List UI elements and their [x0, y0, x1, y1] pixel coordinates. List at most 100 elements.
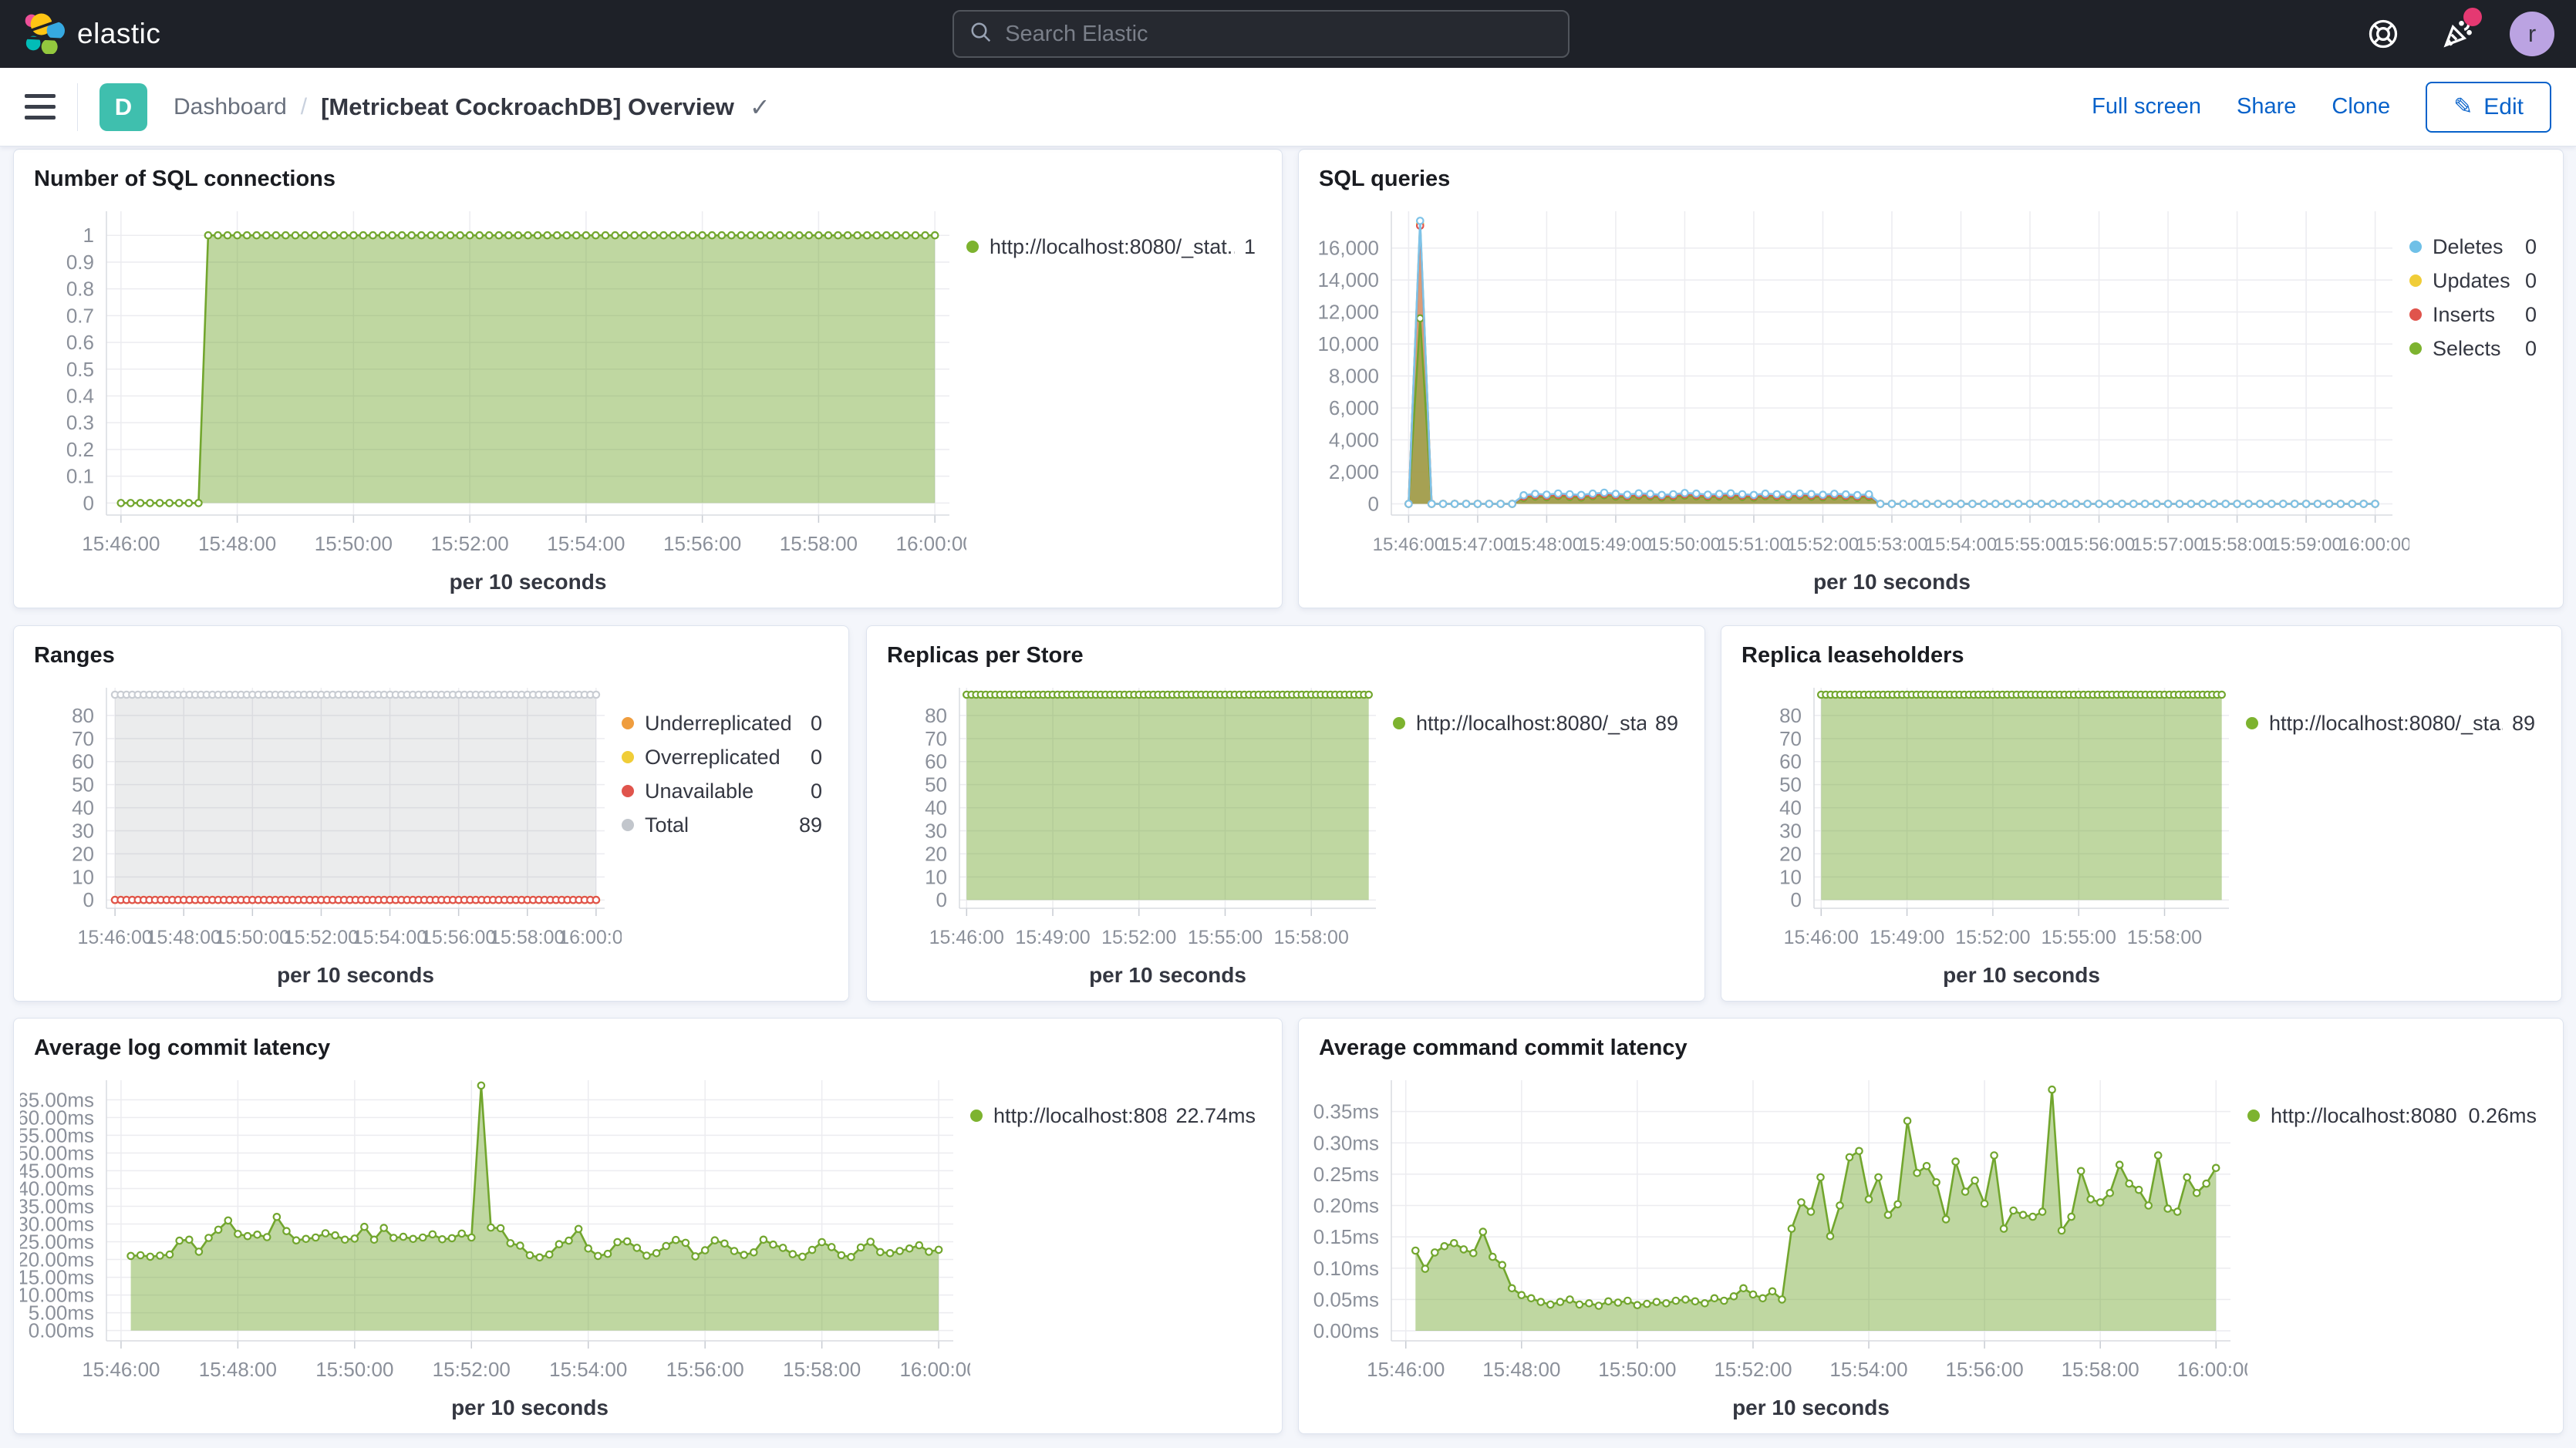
svg-text:50: 50: [1779, 773, 1802, 796]
share-button[interactable]: Share: [2237, 94, 2296, 120]
legend-series-dot-icon: [1393, 717, 1405, 729]
chart-replicas-per-store[interactable]: 0102030405060708015:46:0015:49:0015:52:0…: [873, 674, 1393, 996]
legend-item[interactable]: Selects 0: [2409, 335, 2537, 362]
legend-item[interactable]: Deletes0: [2409, 233, 2537, 261]
legend-item[interactable]: Unavailable0: [622, 777, 822, 805]
svg-text:8,000: 8,000: [1329, 365, 1379, 388]
panel-sql-queries: SQL queries 02,0004,0006,0008,00010,0001…: [1298, 149, 2564, 608]
svg-text:per 10 seconds: per 10 seconds: [1089, 963, 1246, 987]
svg-text:70: 70: [72, 727, 94, 750]
chart-canvas[interactable]: 0.00ms5.00ms10.00ms15.00ms20.00ms25.00ms…: [20, 1066, 970, 1429]
panel-title: Average log commit latency: [14, 1019, 1282, 1066]
legend-value: 0: [2525, 269, 2537, 293]
svg-text:per 10 seconds: per 10 seconds: [1943, 963, 2100, 987]
svg-text:0.15ms: 0.15ms: [1313, 1225, 1379, 1248]
chart-sql-queries[interactable]: 02,0004,0006,0008,00010,00012,00014,0001…: [1305, 197, 2409, 603]
legend-label: http://localhost:8080/_sta...: [1416, 712, 1646, 736]
breadcrumb-dashboard[interactable]: Dashboard: [174, 94, 287, 120]
legend-value: 1: [1244, 235, 1256, 259]
legend-value: 22.74ms: [1175, 1104, 1256, 1128]
svg-text:15:58:00: 15:58:00: [2127, 927, 2202, 948]
global-search-box[interactable]: [953, 10, 1570, 58]
legend-item[interactable]: Total89: [622, 811, 822, 839]
svg-text:40: 40: [1779, 796, 1802, 820]
legend-item[interactable]: Updates0: [2409, 267, 2537, 295]
legend-label: http://localhost:8080/_sta...: [2269, 712, 2503, 736]
svg-text:15:46:00: 15:46:00: [1784, 927, 1859, 948]
svg-text:15:58:00: 15:58:00: [783, 1358, 861, 1381]
legend-item[interactable]: http://localhost:8080/_stat...1: [966, 233, 1256, 261]
legend-item[interactable]: http://localhost:8080/_sta... 89: [2246, 709, 2535, 737]
svg-text:0.30ms: 0.30ms: [1313, 1131, 1379, 1154]
svg-text:0: 0: [83, 888, 94, 911]
legend-series-dot-icon: [2409, 308, 2422, 321]
elastic-brand[interactable]: elastic: [22, 11, 160, 58]
svg-text:15:59:00: 15:59:00: [2270, 534, 2342, 555]
svg-text:15:55:00: 15:55:00: [1188, 927, 1263, 948]
chart-canvas[interactable]: 00.10.20.30.40.50.60.70.80.9115:46:0015:…: [20, 197, 966, 603]
legend-item[interactable]: Inserts0: [2409, 301, 2537, 328]
help-icon[interactable]: [2362, 12, 2405, 56]
svg-text:15:48:00: 15:48:00: [198, 532, 276, 555]
svg-text:0.6: 0.6: [66, 331, 94, 354]
svg-text:15:46:00: 15:46:00: [1367, 1358, 1445, 1381]
search-input[interactable]: [1005, 22, 1553, 47]
svg-text:per 10 seconds: per 10 seconds: [277, 963, 434, 987]
legend-label: Total: [645, 813, 790, 837]
chart-number-of-sql-connections[interactable]: 00.10.20.30.40.50.60.70.80.9115:46:0015:…: [20, 197, 966, 603]
svg-text:per 10 seconds: per 10 seconds: [1732, 1396, 1890, 1419]
legend-item[interactable]: http://localhost:808...22.74ms: [970, 1102, 1256, 1130]
legend-value: 89: [2512, 712, 2535, 736]
svg-text:15:56:00: 15:56:00: [1945, 1358, 2023, 1381]
legend-label: Selects: [2433, 337, 2516, 361]
menu-icon[interactable]: [25, 94, 56, 120]
legend-value: 89: [1655, 712, 1678, 736]
chart-canvas[interactable]: 0.00ms0.05ms0.10ms0.15ms0.20ms0.25ms0.30…: [1305, 1066, 2247, 1429]
panel-replica-leaseholders: Replica leaseholders 0102030405060708015…: [1721, 625, 2562, 1002]
chart-average-log-commit-latency[interactable]: 0.00ms5.00ms10.00ms15.00ms20.00ms25.00ms…: [20, 1066, 970, 1429]
legend-label: http://localhost:8080...: [2271, 1104, 2459, 1128]
chart-ranges[interactable]: 0102030405060708015:46:0015:48:0015:50:0…: [20, 674, 622, 996]
global-search-area: [176, 10, 2346, 58]
svg-text:15:49:00: 15:49:00: [1580, 534, 1651, 555]
svg-text:20: 20: [925, 842, 947, 865]
svg-text:40: 40: [72, 796, 94, 820]
chart-replica-leaseholders[interactable]: 0102030405060708015:46:0015:49:0015:52:0…: [1728, 674, 2246, 996]
chart-canvas[interactable]: 0102030405060708015:46:0015:49:0015:52:0…: [873, 674, 1393, 996]
legend-item[interactable]: http://localhost:8080...0.26ms: [2247, 1102, 2537, 1130]
svg-text:15:46:00: 15:46:00: [77, 927, 152, 948]
chart-average-command-commit-latency[interactable]: 0.00ms0.05ms0.10ms0.15ms0.20ms0.25ms0.30…: [1305, 1066, 2247, 1429]
chart-canvas[interactable]: 02,0004,0006,0008,00010,00012,00014,0001…: [1305, 197, 2409, 603]
svg-text:15:54:00: 15:54:00: [352, 927, 427, 948]
svg-text:15:55:00: 15:55:00: [2042, 927, 2116, 948]
page-title[interactable]: [Metricbeat CockroachDB] Overview: [321, 93, 734, 121]
chart-canvas[interactable]: 0102030405060708015:46:0015:49:0015:52:0…: [1728, 674, 2246, 996]
search-icon: [969, 21, 993, 48]
svg-text:15:46:00: 15:46:00: [82, 1358, 160, 1381]
svg-text:15:48:00: 15:48:00: [199, 1358, 277, 1381]
svg-text:15:58:00: 15:58:00: [1274, 927, 1349, 948]
edit-button-label: Edit: [2483, 94, 2524, 120]
chart-canvas[interactable]: 0102030405060708015:46:0015:48:0015:50:0…: [20, 674, 622, 996]
news-feed-icon[interactable]: [2436, 12, 2479, 56]
edit-button[interactable]: ✎ Edit: [2426, 82, 2551, 133]
space-avatar[interactable]: D: [99, 83, 147, 131]
svg-text:15:51:00: 15:51:00: [1718, 534, 1789, 555]
legend-value: 0: [2525, 337, 2537, 361]
legend-item[interactable]: Underreplicated0: [622, 709, 822, 737]
legend-item[interactable]: http://localhost:8080/_sta... 89: [1393, 709, 1678, 737]
chart-legend: http://localhost:8080/_sta... 89: [1393, 674, 1694, 996]
legend-item[interactable]: Overreplicated0: [622, 743, 822, 771]
svg-text:4,000: 4,000: [1329, 429, 1379, 452]
svg-text:10: 10: [72, 865, 94, 888]
svg-text:10: 10: [925, 865, 947, 888]
svg-text:70: 70: [1779, 727, 1802, 750]
full-screen-button[interactable]: Full screen: [2092, 94, 2201, 120]
svg-text:0.35ms: 0.35ms: [1313, 1100, 1379, 1123]
clone-button[interactable]: Clone: [2332, 94, 2390, 120]
svg-text:0: 0: [936, 888, 947, 911]
svg-text:14,000: 14,000: [1317, 268, 1379, 291]
legend-series-dot-icon: [2409, 274, 2422, 287]
svg-text:0.2: 0.2: [66, 438, 94, 461]
user-avatar[interactable]: r: [2510, 12, 2554, 56]
